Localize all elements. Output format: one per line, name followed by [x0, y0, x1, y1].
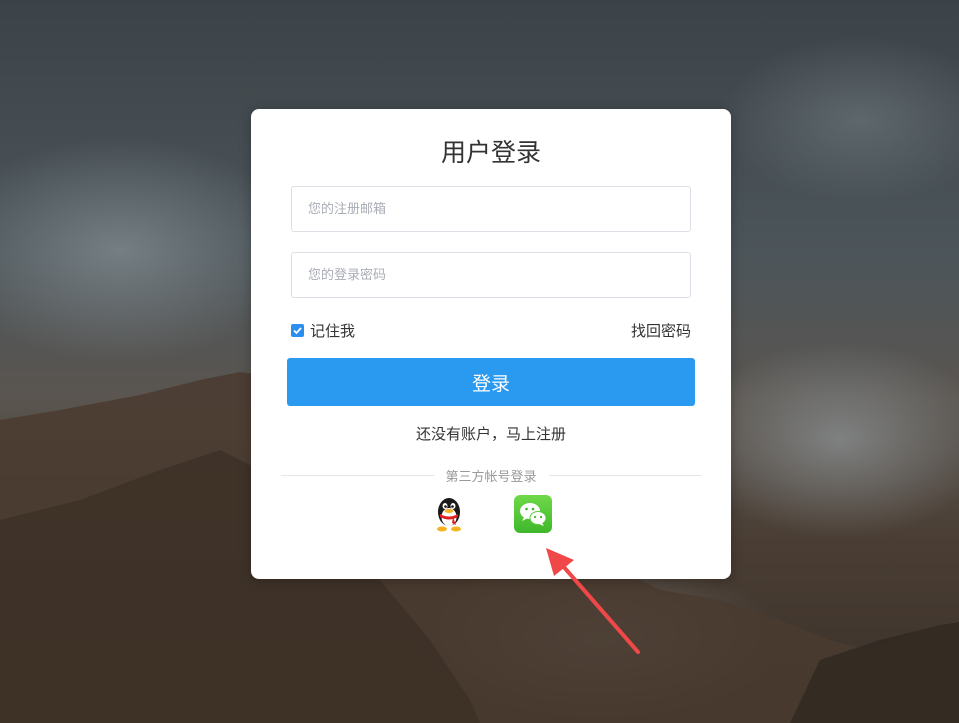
login-button[interactable]: 登录: [287, 358, 695, 406]
login-card: 用户登录 记住我 找回密码 登录 还没有账户，马上注册 第三方帐号登录: [251, 109, 731, 579]
login-title: 用户登录: [440, 138, 541, 167]
remember-label: 记住我: [310, 322, 356, 340]
divider-line-left: [281, 474, 434, 476]
red-arrow-annotation: [546, 548, 640, 654]
qq-penguin-icon[interactable]: [431, 495, 467, 533]
wechat-icon[interactable]: [514, 495, 552, 533]
remember-checkbox[interactable]: [291, 324, 304, 337]
forgot-password-link[interactable]: 找回密码: [631, 320, 691, 341]
email-field[interactable]: [291, 186, 691, 232]
wechat-bubbles-icon: [520, 503, 547, 526]
third-party-divider: 第三方帐号登录: [281, 466, 702, 485]
check-icon: [293, 327, 302, 335]
register-link[interactable]: 还没有账户，马上注册: [251, 423, 731, 444]
third-party-label: 第三方帐号登录: [445, 469, 537, 485]
divider-line-right: [548, 474, 702, 476]
password-field[interactable]: [291, 252, 691, 298]
remember-me[interactable]: 记住我: [291, 320, 355, 341]
